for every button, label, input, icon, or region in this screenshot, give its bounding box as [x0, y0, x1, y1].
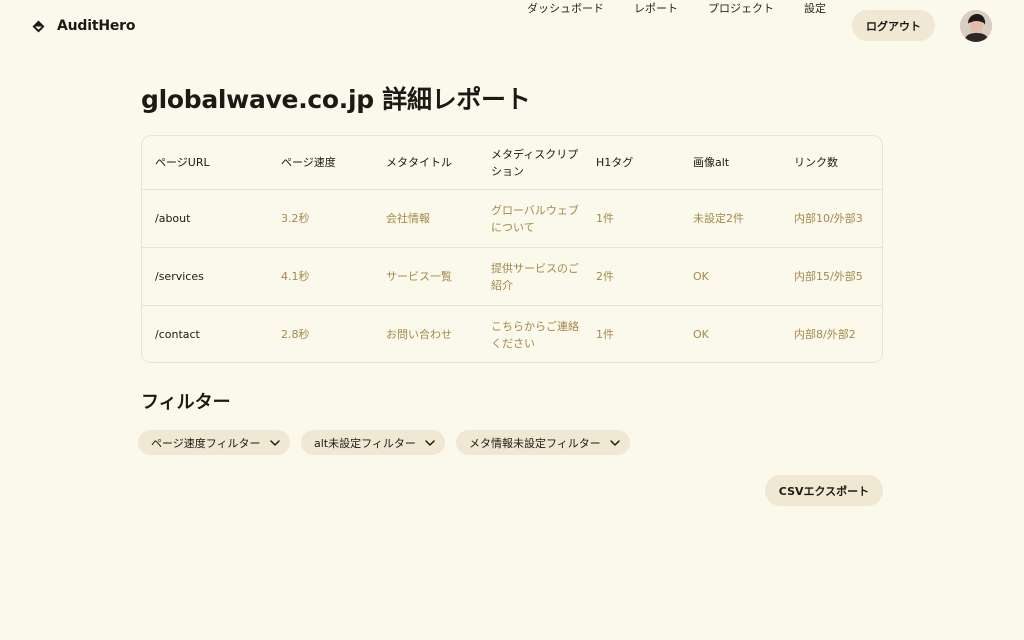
cell-links: 内部15/外部5 [794, 270, 863, 283]
header-image-alt: 画像alt [693, 156, 730, 169]
header-meta-description: メタディスクリプション [491, 147, 579, 178]
report-table: ページURL ページ速度 メタタイトル メタディスクリプション H1タグ 画像a… [141, 135, 883, 363]
filter-chip-label: alt未設定フィルター [314, 436, 416, 450]
filter-page-speed-dropdown[interactable]: ページ速度フィルター [138, 430, 290, 455]
nav-dashboard[interactable]: ダッシュボード [527, 0, 604, 16]
filter-chip-label: ページ速度フィルター [151, 436, 261, 450]
cell-url[interactable]: /contact [155, 306, 275, 362]
logout-button[interactable]: ログアウト [852, 10, 935, 41]
filter-meta-missing-dropdown[interactable]: メタ情報未設定フィルター [456, 430, 630, 455]
cell-meta-title: お問い合わせ [386, 328, 452, 341]
cell-url[interactable]: /about [155, 190, 275, 247]
cell-image-alt: OK [693, 270, 709, 283]
chevron-down-icon [610, 439, 620, 446]
filter-alt-missing-dropdown[interactable]: alt未設定フィルター [301, 430, 445, 455]
cell-h1: 2件 [596, 270, 614, 283]
cell-image-alt: OK [693, 328, 709, 341]
user-avatar-image [960, 10, 992, 42]
user-avatar[interactable] [960, 10, 992, 42]
brand[interactable]: AuditHero [32, 15, 135, 37]
chevron-down-icon [269, 439, 280, 446]
header-link-count: リンク数 [794, 156, 838, 169]
cell-links: 内部10/外部3 [794, 212, 863, 225]
header-page-url: ページURL [155, 156, 210, 169]
cell-speed: 4.1秒 [281, 270, 310, 283]
chevron-down-icon [425, 439, 435, 446]
page-title: globalwave.co.jp 詳細レポート [141, 85, 531, 114]
cell-h1: 1件 [596, 328, 614, 341]
top-header: AuditHero ダッシュボード レポート プロジェクト 設定 ログアウト [0, 0, 1024, 52]
nav-projects[interactable]: プロジェクト [708, 0, 774, 16]
cell-meta-description: グローバルウェブについて [491, 203, 579, 234]
cell-meta-title: 会社情報 [386, 212, 430, 225]
cell-h1: 1件 [596, 212, 614, 225]
cell-speed: 3.2秒 [281, 212, 310, 225]
nav-reports[interactable]: レポート [634, 0, 678, 16]
cell-url[interactable]: /services [155, 248, 275, 305]
cell-meta-description: 提供サービスのご紹介 [491, 261, 579, 292]
app-name: AuditHero [57, 18, 136, 34]
table-header-row: ページURL ページ速度 メタタイトル メタディスクリプション H1タグ 画像a… [142, 136, 882, 190]
filter-chip-label: メタ情報未設定フィルター [469, 436, 601, 450]
header-h1-tag: H1タグ [596, 156, 634, 169]
diamond-logo-icon [32, 20, 45, 32]
table-row[interactable]: /services 4.1秒 サービス一覧 提供サービスのご紹介 2件 OK 内… [142, 248, 882, 306]
csv-export-button[interactable]: CSVエクスポート [765, 475, 883, 506]
cell-speed: 2.8秒 [281, 328, 310, 341]
nav-settings[interactable]: 設定 [804, 0, 826, 16]
header-page-speed: ページ速度 [281, 156, 336, 169]
cell-meta-title: サービス一覧 [386, 270, 452, 283]
cell-links: 内部8/外部2 [794, 328, 856, 341]
filter-section-title: フィルター [141, 392, 231, 413]
cell-meta-description: こちらからご連絡ください [491, 319, 579, 350]
table-row[interactable]: /contact 2.8秒 お問い合わせ こちらからご連絡ください 1件 OK … [142, 306, 882, 362]
table-row[interactable]: /about 3.2秒 会社情報 グローバルウェブについて 1件 未設定2件 内… [142, 190, 882, 248]
header-meta-title: メタタイトル [386, 156, 452, 169]
cell-image-alt: 未設定2件 [693, 212, 744, 225]
